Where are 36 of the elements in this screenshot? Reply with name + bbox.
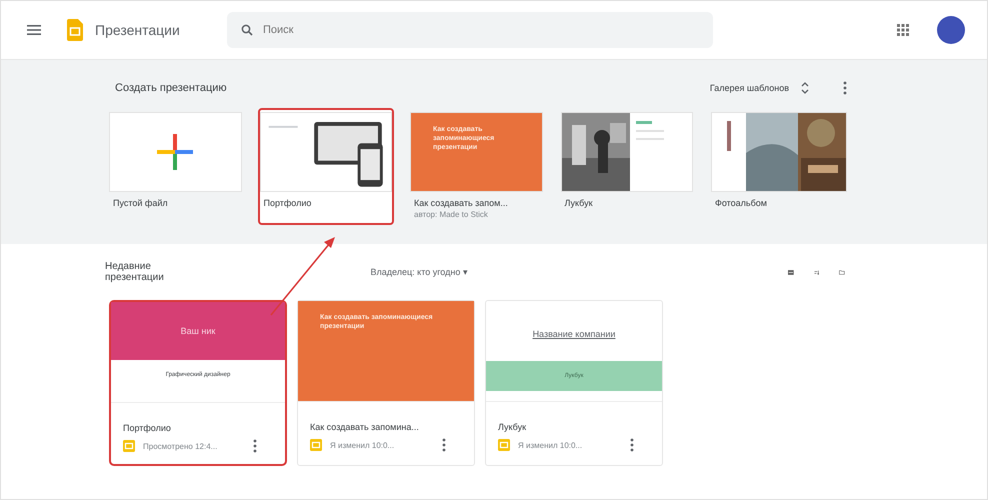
owner-filter-dropdown[interactable]: Владелец: кто угодно ▾ [370, 267, 468, 277]
slide-title: Ваш ник [180, 326, 216, 336]
more-icon[interactable] [442, 438, 446, 452]
section-heading: Недавние презентации [105, 261, 165, 283]
last-opened: Я изменил 10:0... [330, 440, 394, 450]
avatar[interactable] [937, 16, 965, 44]
expand-icon[interactable] [801, 82, 809, 94]
app-title: Презентации [95, 22, 181, 38]
template-name: Пустой файл [112, 198, 169, 208]
slides-file-icon [498, 439, 510, 451]
template-thumbnail[interactable] [109, 112, 242, 192]
template-name: Фотоальбом [714, 198, 768, 208]
template-thumbnail[interactable] [560, 112, 693, 192]
more-icon[interactable] [843, 81, 847, 95]
template-name: Лукбук [564, 198, 594, 208]
slides-file-icon [310, 439, 322, 451]
template-gallery-button[interactable]: Галерея шаблонов [710, 83, 789, 93]
presentation-title: Портфолио [123, 423, 172, 433]
template-name: Как создавать запом... [413, 198, 509, 208]
plus-icon [157, 134, 194, 170]
slide-title: Название компании [532, 329, 616, 339]
template-name: Портфолио [262, 198, 312, 208]
slides-file-icon [123, 440, 135, 452]
search-field[interactable]: Поиск [227, 12, 713, 48]
apps-grid-icon[interactable] [897, 24, 909, 36]
template-author: автор: Made to Stick [413, 210, 489, 219]
template-thumbnail[interactable] [711, 112, 847, 192]
more-icon[interactable] [253, 439, 257, 453]
presentation-title: Как создавать запомина... [310, 422, 420, 432]
section-heading: Создать презентацию [115, 82, 227, 94]
last-opened: Просмотрено 12:4... [143, 442, 218, 450]
menu-icon[interactable] [27, 25, 41, 35]
presentation-title: Лукбук [498, 422, 528, 432]
last-opened: Я изменил 10:0... [518, 440, 582, 450]
more-icon[interactable] [630, 438, 634, 452]
slides-logo-icon [67, 19, 83, 41]
